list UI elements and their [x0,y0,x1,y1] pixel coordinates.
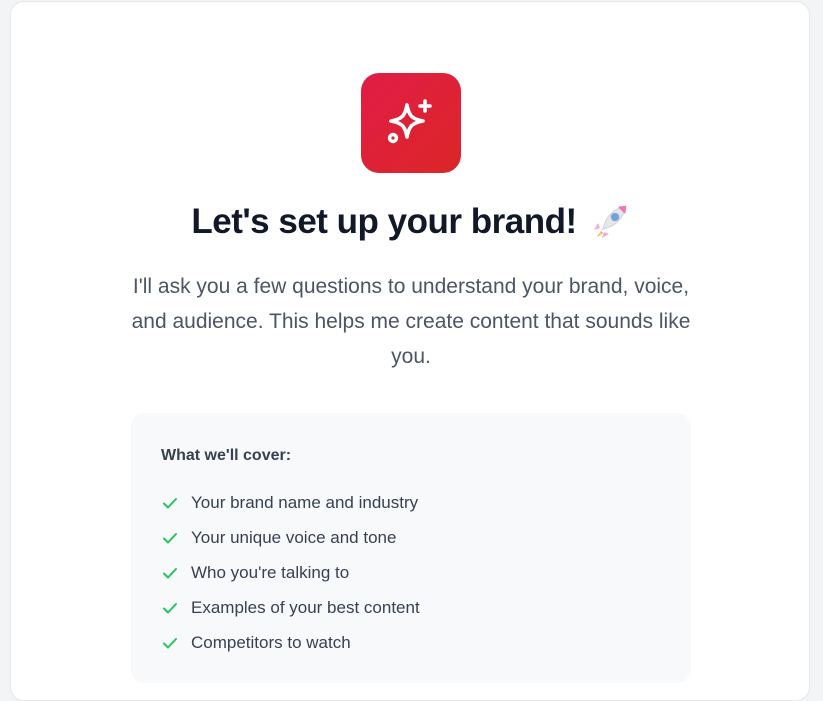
list-item: Your unique voice and tone [161,520,420,555]
list-item: Who you're talking to [161,555,420,590]
intro-text: I'll ask you a few questions to understa… [131,275,691,368]
list-item: Examples of your best content [161,590,420,625]
list-item-label: Your brand name and industry [191,492,419,512]
list-item: Competitors to watch [161,625,420,660]
page-title-text: Let's set up your brand! [191,202,577,241]
list-item: Your brand name and industry [161,485,420,520]
sparkles-icon [387,99,432,144]
check-icon [163,567,177,578]
list-item-label: Competitors to watch [191,632,351,652]
check-icon [163,497,177,508]
brand-logo-tile [361,73,461,173]
list-item-label: Who you're talking to [191,562,350,582]
check-icon [163,637,177,648]
check-icon [163,602,177,613]
coverage-title: What we'll cover: [161,447,292,464]
coverage-list: Your brand name and industry Your unique… [161,485,420,660]
onboarding-card: Let's set up your brand! I'll ask you a … [10,1,810,701]
check-icon [163,532,177,543]
rocket-icon [593,205,627,238]
list-item-label: Your unique voice and tone [191,527,397,547]
coverage-panel: What we'll cover: Your brand name and in… [131,413,691,683]
page-title: Let's set up your brand! [11,201,811,243]
list-item-label: Examples of your best content [191,597,420,617]
